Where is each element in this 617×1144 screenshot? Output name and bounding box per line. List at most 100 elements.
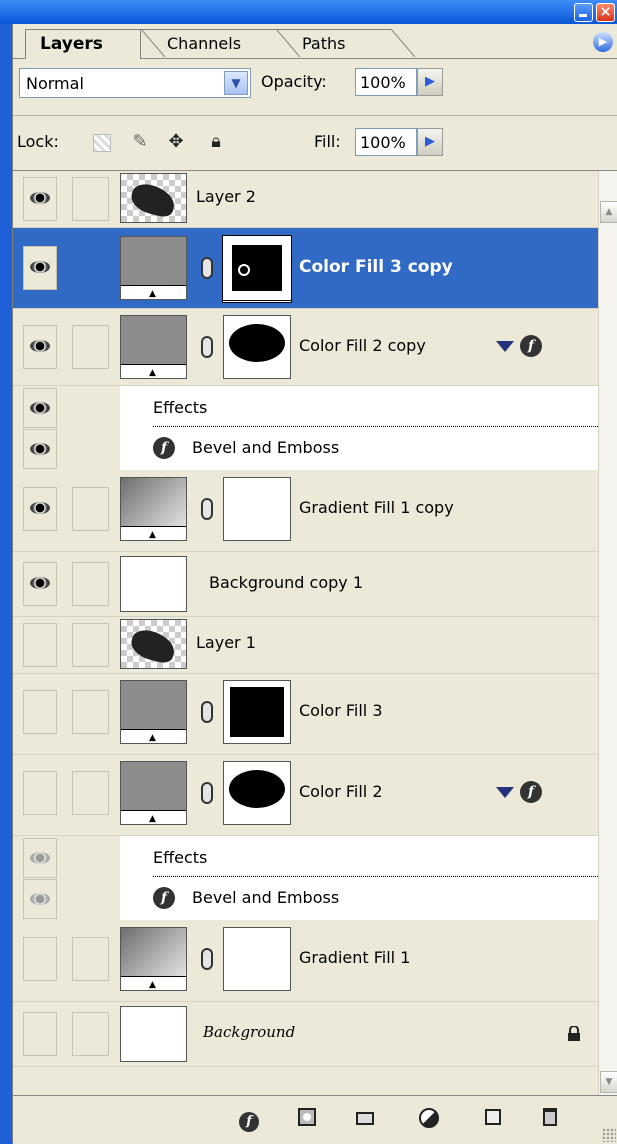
layer-name: Color Fill 3 xyxy=(299,701,383,720)
layer-row[interactable]: Background copy 1 xyxy=(13,552,598,617)
tab-layers[interactable]: Layers xyxy=(25,29,141,59)
expand-effects-triangle-icon[interactable] xyxy=(496,341,514,352)
visibility-eye-icon[interactable] xyxy=(23,487,57,531)
link-slot[interactable] xyxy=(72,177,109,221)
mask-link-chain-icon[interactable] xyxy=(201,948,213,970)
lock-fill-row: Lock: ✎ ✥ 🔒︎ Fill: 100% ▶ xyxy=(13,116,617,171)
layer-mask-thumbnail xyxy=(223,477,291,541)
effects-group: Effects f Bevel and Emboss xyxy=(13,836,598,920)
link-slot[interactable] xyxy=(72,690,109,734)
link-slot[interactable] xyxy=(72,1012,109,1056)
link-slot[interactable] xyxy=(72,562,109,606)
link-slot[interactable] xyxy=(72,937,109,981)
close-icon[interactable]: × xyxy=(596,3,615,22)
layer-name: Layer 1 xyxy=(196,633,256,652)
layer-name: Background xyxy=(203,1023,296,1041)
layer-thumbnail xyxy=(120,761,187,825)
layer-row[interactable]: Color Fill 2 copy f xyxy=(13,309,598,386)
opacity-slider-button[interactable]: ▶ xyxy=(417,68,443,96)
layer-effects-icon: f xyxy=(520,335,542,357)
effects-visibility-eye-icon[interactable] xyxy=(23,388,57,428)
link-slot[interactable] xyxy=(72,325,109,369)
tab-divider xyxy=(391,29,415,57)
window-title-bar: × xyxy=(0,0,617,24)
effect-name[interactable]: Bevel and Emboss xyxy=(192,888,339,907)
visibility-eye-icon[interactable] xyxy=(23,325,57,369)
scroll-down-icon[interactable]: ▼ xyxy=(600,1071,617,1093)
effect-visibility-eye-icon[interactable] xyxy=(23,879,57,919)
effects-divider xyxy=(153,426,598,427)
add-layer-style-icon[interactable]: f xyxy=(237,1108,261,1132)
mask-link-chain-icon[interactable] xyxy=(201,498,213,520)
delete-layer-icon[interactable] xyxy=(538,1108,562,1132)
effect-name[interactable]: Bevel and Emboss xyxy=(192,438,339,457)
panel-menu-icon[interactable]: ▶ xyxy=(593,32,613,52)
layer-row[interactable]: Color Fill 2 f xyxy=(13,755,598,836)
effect-visibility-eye-icon[interactable] xyxy=(23,429,57,469)
visibility-eye-icon[interactable] xyxy=(23,1012,57,1056)
layer-thumbnail xyxy=(120,556,187,612)
mask-link-chain-icon[interactable] xyxy=(201,336,213,358)
fill-input[interactable]: 100% xyxy=(355,128,417,156)
layer-mask-thumbnail xyxy=(222,235,292,301)
layer-row[interactable]: Background xyxy=(13,1002,598,1067)
chevron-down-icon[interactable]: ▼ xyxy=(224,71,248,95)
lock-label: Lock: xyxy=(17,132,59,151)
lock-position-move-icon[interactable]: ✥ xyxy=(165,131,187,153)
bevel-effect-icon: f xyxy=(153,887,175,909)
layer-thumbnail xyxy=(120,477,187,541)
visibility-eye-icon[interactable] xyxy=(23,690,57,734)
minimize-icon[interactable] xyxy=(574,3,593,22)
visibility-eye-icon[interactable] xyxy=(23,177,57,221)
layer-name: Gradient Fill 1 xyxy=(299,948,411,967)
layer-row[interactable]: Gradient Fill 1 xyxy=(13,921,598,1002)
new-adjustment-layer-icon[interactable] xyxy=(417,1108,441,1132)
opacity-input[interactable]: 100% xyxy=(355,68,417,96)
blend-mode-select[interactable]: Normal ▼ xyxy=(19,68,251,98)
layer-mask-thumbnail xyxy=(223,761,291,825)
visibility-eye-icon[interactable] xyxy=(23,246,57,290)
layer-row[interactable]: Color Fill 3 xyxy=(13,674,598,755)
scroll-up-icon[interactable]: ▲ xyxy=(600,201,617,223)
layer-name: Color Fill 3 copy xyxy=(299,257,453,277)
resize-grip[interactable] xyxy=(602,1128,616,1142)
visibility-eye-icon[interactable] xyxy=(23,623,57,667)
mask-link-chain-icon[interactable] xyxy=(201,701,213,723)
layer-name: Background copy 1 xyxy=(209,573,364,592)
new-group-icon[interactable] xyxy=(353,1108,377,1132)
effects-group: Effects f Bevel and Emboss xyxy=(13,386,598,470)
new-layer-icon[interactable] xyxy=(481,1108,505,1132)
visibility-eye-icon[interactable] xyxy=(23,562,57,606)
layer-name: Color Fill 2 copy xyxy=(299,336,426,355)
effects-visibility-eye-icon[interactable] xyxy=(23,838,57,878)
lock-all-icon[interactable]: 🔒︎ xyxy=(205,131,227,153)
visibility-eye-icon[interactable] xyxy=(23,771,57,815)
layer-mask-thumbnail xyxy=(223,315,291,379)
blend-opacity-row: Normal ▼ Opacity: 100% ▶ xyxy=(13,59,617,116)
add-mask-icon[interactable] xyxy=(295,1108,319,1132)
layer-mask-thumbnail xyxy=(223,927,291,991)
layer-list-scrollbar[interactable]: ▲ ▼ xyxy=(598,171,617,1095)
lock-icon xyxy=(566,1025,582,1042)
lock-image-brush-icon[interactable]: ✎ xyxy=(129,131,151,153)
fill-slider-button[interactable]: ▶ xyxy=(417,128,443,156)
layer-thumbnail xyxy=(120,680,187,744)
layers-panel: Layers Channels Paths ▶ Normal ▼ Opacity… xyxy=(12,24,617,1144)
layer-thumbnail xyxy=(120,236,187,300)
layer-name: Gradient Fill 1 copy xyxy=(299,498,454,517)
mask-link-chain-icon[interactable] xyxy=(201,257,213,279)
link-slot[interactable] xyxy=(72,487,109,531)
tab-divider xyxy=(276,29,300,57)
layer-row[interactable]: Layer 1 xyxy=(13,617,598,674)
lock-transparency-icon[interactable] xyxy=(93,134,111,152)
layer-row[interactable]: Layer 2 xyxy=(13,171,598,228)
layer-row[interactable]: Gradient Fill 1 copy xyxy=(13,471,598,552)
link-slot[interactable] xyxy=(72,771,109,815)
mask-link-chain-icon[interactable] xyxy=(201,782,213,804)
visibility-eye-icon[interactable] xyxy=(23,937,57,981)
fill-label: Fill: xyxy=(314,132,341,151)
layer-row-selected[interactable]: Color Fill 3 copy xyxy=(13,228,598,309)
layer-effects-icon: f xyxy=(520,781,542,803)
expand-effects-triangle-icon[interactable] xyxy=(496,787,514,798)
link-slot[interactable] xyxy=(72,623,109,667)
